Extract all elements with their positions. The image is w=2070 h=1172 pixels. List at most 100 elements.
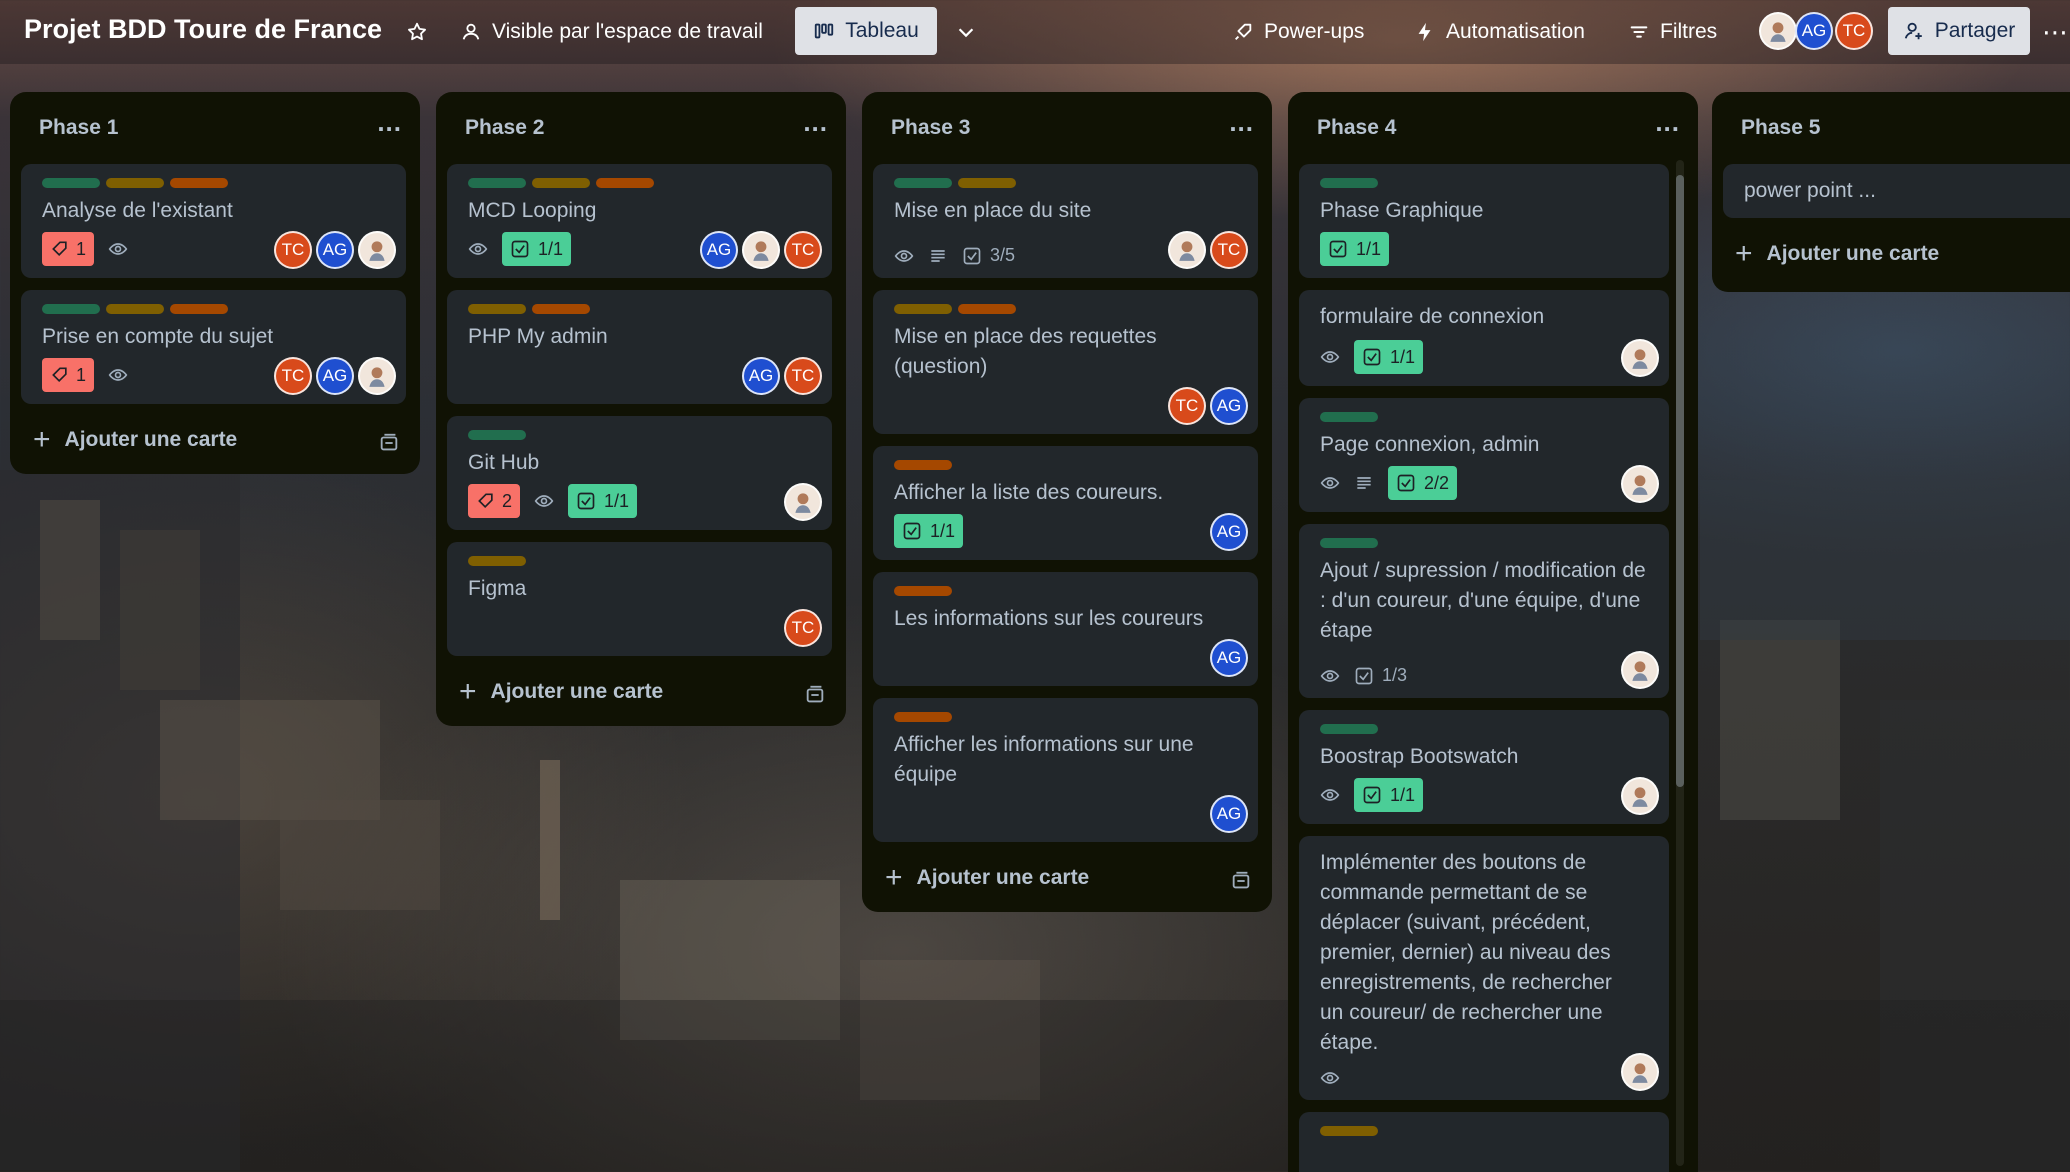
label-olive[interactable] (468, 556, 526, 566)
board-view-button[interactable]: Tableau (795, 7, 937, 55)
card-template-icon[interactable] (1230, 870, 1252, 892)
list-scrollbar-thumb[interactable] (1676, 175, 1684, 787)
add-card-button[interactable]: + Ajouter une carte (885, 863, 1089, 893)
card-labels[interactable] (894, 460, 1238, 470)
card-labels[interactable] (1320, 178, 1649, 188)
list-menu-icon[interactable]: ... (1229, 109, 1254, 139)
card[interactable]: MCD Looping 1/1 AG TC (447, 164, 832, 278)
add-card-button[interactable]: + Ajouter une carte (1735, 239, 1939, 269)
label-olive[interactable] (468, 304, 526, 314)
label-olive[interactable] (106, 178, 164, 188)
member-avatar-ag[interactable]: AG (742, 357, 780, 395)
card[interactable]: Implémenter des boutons de commande perm… (1299, 836, 1669, 1100)
label-olive[interactable] (894, 304, 952, 314)
add-card-button[interactable]: + Ajouter une carte (33, 425, 237, 455)
card-labels[interactable] (1320, 412, 1649, 422)
list-title[interactable]: Phase 3 (891, 116, 970, 140)
label-orange[interactable] (170, 304, 228, 314)
card-labels[interactable] (1320, 724, 1649, 734)
card-labels[interactable] (468, 178, 812, 188)
card-labels[interactable] (894, 178, 1238, 188)
label-green[interactable] (468, 178, 526, 188)
card[interactable] (1299, 1112, 1669, 1172)
member-avatar-tc[interactable]: TC (1210, 231, 1248, 269)
automation-button[interactable]: Automatisation (1414, 14, 1585, 50)
card[interactable]: formulaire de connexion 1/1 (1299, 290, 1669, 386)
list-title[interactable]: Phase 2 (465, 116, 544, 140)
list-menu-icon[interactable]: ... (1655, 109, 1680, 139)
label-orange[interactable] (596, 178, 654, 188)
member-avatar-ag[interactable]: AG (1210, 387, 1248, 425)
label-green[interactable] (1320, 538, 1378, 548)
card-labels[interactable] (1320, 538, 1649, 548)
label-green[interactable] (1320, 178, 1378, 188)
card-labels[interactable] (894, 304, 1238, 314)
member-avatar-tc[interactable]: TC (1835, 12, 1873, 50)
add-card-button[interactable]: + Ajouter une carte (459, 677, 663, 707)
label-green[interactable] (1320, 412, 1378, 422)
card-template-icon[interactable] (378, 432, 400, 454)
share-button[interactable]: Partager (1888, 7, 2030, 55)
member-avatar-ag[interactable]: AG (1795, 12, 1833, 50)
label-olive[interactable] (958, 178, 1016, 188)
card-labels[interactable] (42, 178, 386, 188)
card-labels[interactable] (1320, 1126, 1649, 1136)
member-avatar-ag[interactable]: AG (316, 357, 354, 395)
label-orange[interactable] (532, 304, 590, 314)
list-title[interactable]: Phase 5 (1741, 116, 1820, 140)
card[interactable]: PHP My admin AG TC (447, 290, 832, 404)
member-avatar-ag[interactable]: AG (1210, 795, 1248, 833)
label-green[interactable] (1320, 724, 1378, 734)
card[interactable]: Mise en place du site 3/5 TC (873, 164, 1258, 278)
label-olive[interactable] (532, 178, 590, 188)
card[interactable]: Git Hub 2 1/1 (447, 416, 832, 530)
member-avatar-image[interactable] (784, 483, 822, 521)
card-labels[interactable] (468, 304, 812, 314)
member-avatar-tc[interactable]: TC (274, 231, 312, 269)
label-orange[interactable] (170, 178, 228, 188)
label-orange[interactable] (894, 460, 952, 470)
card[interactable]: power point ... (1723, 164, 2070, 218)
label-olive[interactable] (1320, 1126, 1378, 1136)
card-labels[interactable] (894, 586, 1238, 596)
card[interactable]: Page connexion, admin 2/2 (1299, 398, 1669, 512)
visibility-button[interactable]: Visible par l'espace de travail (460, 14, 763, 50)
label-orange[interactable] (958, 304, 1016, 314)
member-avatar-image[interactable] (358, 231, 396, 269)
card[interactable]: Mise en place des requettes (question) T… (873, 290, 1258, 434)
label-green[interactable] (894, 178, 952, 188)
label-green[interactable] (42, 178, 100, 188)
star-button[interactable] (406, 14, 428, 50)
card[interactable]: Figma TC (447, 542, 832, 656)
member-avatar-image[interactable] (1621, 777, 1659, 815)
label-olive[interactable] (106, 304, 164, 314)
list-menu-icon[interactable]: ... (377, 109, 402, 139)
powerups-button[interactable]: Power-ups (1232, 14, 1364, 50)
list-title[interactable]: Phase 4 (1317, 116, 1396, 140)
card[interactable]: Les informations sur les coureurs AG (873, 572, 1258, 686)
filters-button[interactable]: Filtres (1628, 14, 1717, 50)
card[interactable]: Ajout / supression / modification de : d… (1299, 524, 1669, 698)
card-labels[interactable] (468, 556, 812, 566)
card-template-icon[interactable] (804, 684, 826, 706)
member-avatar-tc[interactable]: TC (784, 231, 822, 269)
member-avatar-image[interactable] (1621, 339, 1659, 377)
member-avatar-image[interactable] (1168, 231, 1206, 269)
label-orange[interactable] (894, 712, 952, 722)
card[interactable]: Afficher les informations sur une équipe… (873, 698, 1258, 842)
member-avatar-image[interactable] (1759, 12, 1797, 50)
list-title[interactable]: Phase 1 (39, 116, 118, 140)
card[interactable]: Afficher la liste des coureurs. 1/1 AG (873, 446, 1258, 560)
card[interactable]: Boostrap Bootswatch 1/1 (1299, 710, 1669, 824)
label-green[interactable] (468, 430, 526, 440)
board-title[interactable]: Projet BDD Toure de France (24, 14, 382, 45)
card[interactable]: Phase Graphique 1/1 (1299, 164, 1669, 278)
card-labels[interactable] (894, 712, 1238, 722)
member-avatar-image[interactable] (1621, 465, 1659, 503)
card-labels[interactable] (468, 430, 812, 440)
member-avatar-tc[interactable]: TC (784, 357, 822, 395)
list-menu-icon[interactable]: ... (803, 109, 828, 139)
member-avatar-image[interactable] (742, 231, 780, 269)
card[interactable]: Analyse de l'existant 1 TC AG (21, 164, 406, 278)
member-avatar-ag[interactable]: AG (1210, 639, 1248, 677)
